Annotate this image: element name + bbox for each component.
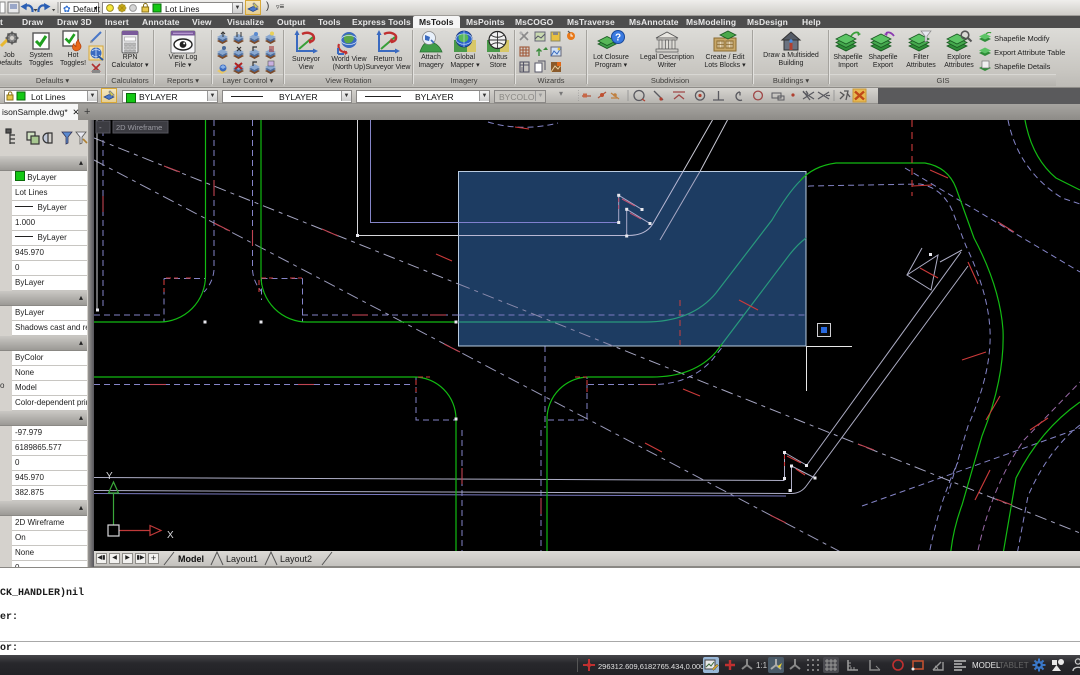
- svg-text:X: X: [167, 530, 174, 541]
- svg-text:Model: Model: [178, 554, 204, 564]
- svg-text:Layout2: Layout2: [280, 554, 312, 564]
- svg-text:-: -: [99, 123, 102, 132]
- svg-text:Y: Y: [106, 471, 113, 482]
- svg-text:Layout1: Layout1: [226, 554, 258, 564]
- svg-text:?: ?: [615, 32, 621, 43]
- svg-text:2D Wireframe: 2D Wireframe: [116, 123, 162, 132]
